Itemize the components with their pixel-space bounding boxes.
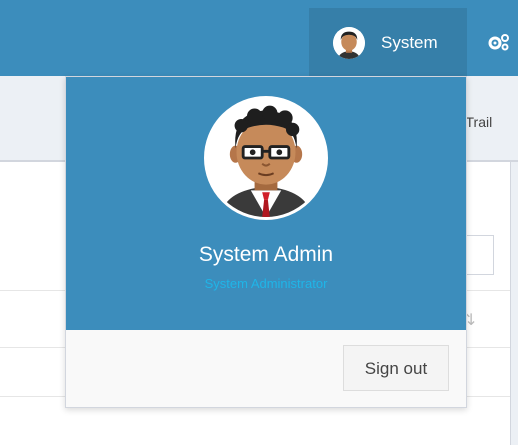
settings-button[interactable]: [478, 8, 518, 76]
user-dropdown-header: System Admin System Administrator: [66, 77, 466, 330]
sign-out-button[interactable]: Sign out: [343, 345, 449, 391]
user-avatar-icon: [333, 27, 365, 59]
user-avatar-icon: [207, 99, 325, 217]
user-dropdown-footer: Sign out: [66, 330, 466, 407]
navbar-user-name: System: [381, 33, 438, 52]
user-role: System Administrator: [204, 276, 328, 291]
gears-icon: [488, 34, 509, 51]
user-dropdown: System Admin System Administrator Sign o…: [65, 76, 467, 408]
user-menu-toggle[interactable]: System: [309, 8, 467, 76]
user-avatar-large: [204, 96, 328, 220]
top-navbar: System: [0, 0, 518, 76]
user-full-name: System Admin: [198, 243, 334, 266]
